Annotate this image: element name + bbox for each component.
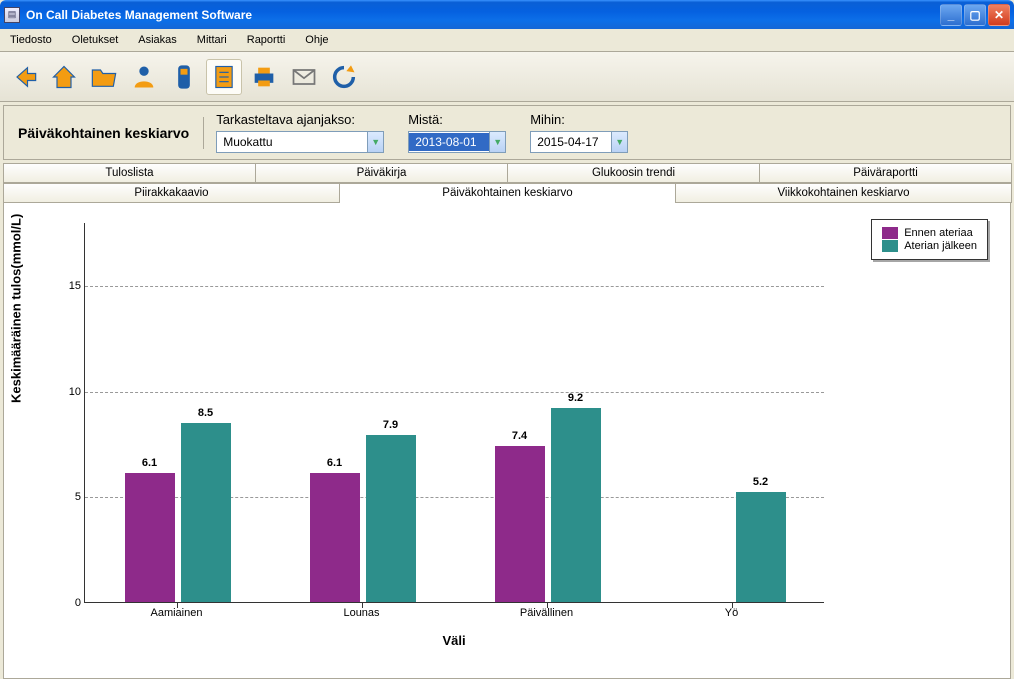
window-title: On Call Diabetes Management Software	[26, 8, 940, 22]
grid-line	[85, 286, 824, 287]
to-date-value: 2015-04-17	[531, 133, 611, 151]
bar	[551, 408, 601, 602]
bar	[310, 473, 360, 602]
chart-container: Keskimääräinen tulos(mmol/L) 0 5 10 15 6.1 8.…	[3, 203, 1011, 679]
from-date-select[interactable]: 2013-08-01 ▼	[408, 131, 506, 153]
bar	[495, 446, 545, 602]
person-button[interactable]	[126, 59, 162, 95]
menu-bar: Tiedosto Oletukset Asiakas Mittari Rapor…	[0, 29, 1014, 52]
tab-strip: Tuloslista Päiväkirja Glukoosin trendi P…	[3, 163, 1011, 203]
bar	[125, 473, 175, 602]
y-tick-label: 10	[57, 386, 81, 398]
tab-diary[interactable]: Päiväkirja	[255, 163, 508, 183]
grid-line	[85, 392, 824, 393]
x-tick-label: Aamiainen	[84, 607, 269, 619]
bar-value-label: 6.1	[305, 457, 365, 469]
legend-label: Aterian jälkeen	[904, 240, 977, 252]
bar	[736, 492, 786, 602]
chart-legend: Ennen ateriaa Aterian jälkeen	[871, 219, 988, 260]
refresh-button[interactable]	[326, 59, 362, 95]
y-tick-label: 15	[57, 280, 81, 292]
menu-report[interactable]: Raportti	[243, 32, 290, 48]
bar-value-label: 8.5	[176, 407, 236, 419]
minimize-button[interactable]: _	[940, 4, 962, 26]
open-folder-button[interactable]	[86, 59, 122, 95]
chevron-down-icon: ▼	[611, 132, 627, 152]
y-axis-title: Keskimääräinen tulos(mmol/L)	[9, 214, 24, 403]
bar-value-label: 7.9	[361, 419, 421, 431]
legend-swatch-icon	[882, 227, 898, 239]
maximize-button[interactable]: ▢	[964, 4, 986, 26]
x-tick-label: Yö	[639, 607, 824, 619]
y-tick-label: 5	[57, 491, 81, 503]
current-view-label: Päiväkohtainen keskiarvo	[4, 117, 204, 149]
bar-value-label: 6.1	[120, 457, 180, 469]
bar-value-label: 5.2	[731, 476, 791, 488]
menu-defaults[interactable]: Oletukset	[68, 32, 122, 48]
chevron-down-icon: ▼	[367, 132, 383, 152]
meter-button[interactable]	[166, 59, 202, 95]
tab-results[interactable]: Tuloslista	[3, 163, 256, 183]
x-axis-title: Väli	[84, 633, 824, 648]
bar	[366, 435, 416, 602]
chart-plot-area: 0510156.18.56.17.97.49.25.2	[84, 223, 824, 603]
bar-value-label: 7.4	[490, 430, 550, 442]
close-button[interactable]: ✕	[988, 4, 1010, 26]
tab-weekly-avg[interactable]: Viikkokohtainen keskiarvo	[675, 183, 1012, 203]
tab-daily-avg[interactable]: Päiväkohtainen keskiarvo	[339, 183, 676, 203]
x-tick-label: Lounas	[269, 607, 454, 619]
tab-piechart[interactable]: Piirakkakaavio	[3, 183, 340, 203]
menu-meter[interactable]: Mittari	[193, 32, 231, 48]
menu-customer[interactable]: Asiakas	[134, 32, 181, 48]
bar	[181, 423, 231, 602]
y-tick-label: 0	[57, 597, 81, 609]
x-tick-label: Päivällinen	[454, 607, 639, 619]
back-button[interactable]	[6, 59, 42, 95]
mail-button[interactable]	[286, 59, 322, 95]
range-select[interactable]: Muokattu ▼	[216, 131, 384, 153]
home-button[interactable]	[46, 59, 82, 95]
tab-glucose-trend[interactable]: Glukoosin trendi	[507, 163, 760, 183]
menu-help[interactable]: Ohje	[301, 32, 332, 48]
toolbar	[0, 52, 1014, 102]
tab-day-report[interactable]: Päiväraportti	[759, 163, 1012, 183]
range-value: Muokattu	[217, 133, 367, 151]
printer-button[interactable]	[246, 59, 282, 95]
range-label: Tarkasteltava ajanjakso:	[216, 112, 384, 127]
report-button[interactable]	[206, 59, 242, 95]
from-date-value: 2013-08-01	[409, 133, 489, 151]
from-label: Mistä:	[408, 112, 506, 127]
legend-swatch-icon	[882, 240, 898, 252]
menu-file[interactable]: Tiedosto	[6, 32, 56, 48]
chevron-down-icon: ▼	[489, 132, 505, 152]
to-date-select[interactable]: 2015-04-17 ▼	[530, 131, 628, 153]
bar-value-label: 9.2	[546, 392, 606, 404]
title-bar: ▤ On Call Diabetes Management Software _…	[0, 0, 1014, 29]
legend-label: Ennen ateriaa	[904, 227, 973, 239]
app-icon: ▤	[4, 7, 20, 23]
to-label: Mihin:	[530, 112, 628, 127]
filter-bar: Päiväkohtainen keskiarvo Tarkasteltava a…	[3, 105, 1011, 160]
